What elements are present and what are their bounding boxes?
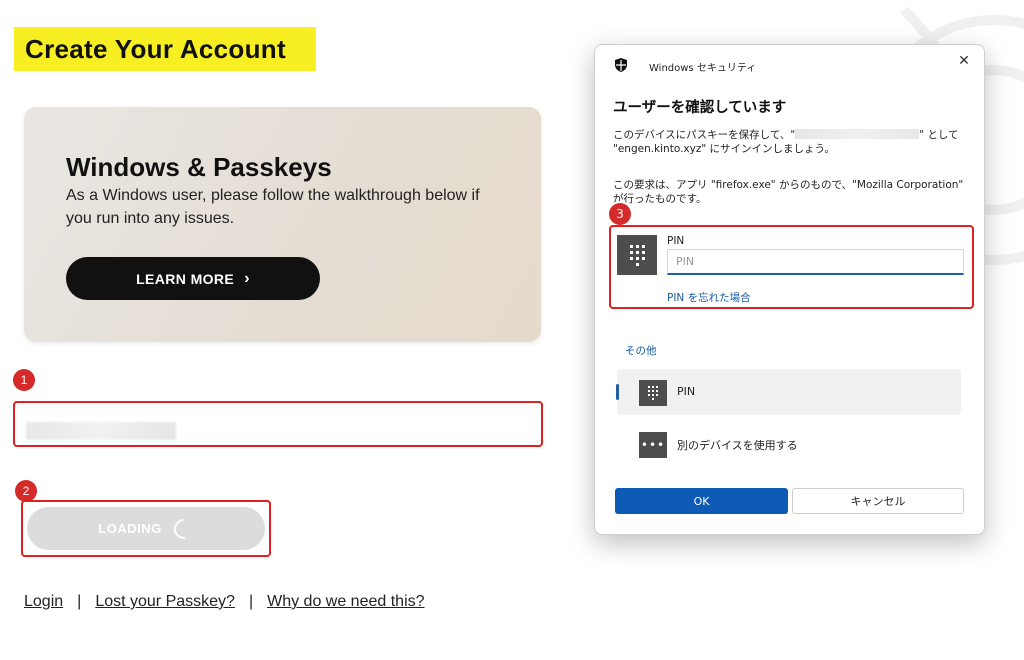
keypad-icon bbox=[617, 235, 657, 275]
text-fragment: "engen.kinto.xyz" にサインインしましょう。 bbox=[613, 143, 835, 155]
option-pin[interactable]: PIN bbox=[616, 369, 961, 415]
spinner-icon bbox=[169, 514, 198, 543]
page-title: Create Your Account bbox=[25, 34, 286, 64]
step-3-badge: 3 bbox=[609, 203, 631, 225]
step-1-badge: 1 bbox=[13, 369, 35, 391]
windows-security-dialog: Windows セキュリティ ✕ ユーザーを確認しています このデバイスにパスキ… bbox=[594, 44, 985, 535]
loading-label: LOADING bbox=[98, 521, 162, 536]
selected-indicator bbox=[616, 384, 619, 400]
step-2-badge: 2 bbox=[15, 480, 37, 502]
dialog-heading: ユーザーを確認しています bbox=[613, 100, 787, 116]
option-other-device[interactable]: ••• 別のデバイスを使用する bbox=[617, 421, 961, 467]
pin-input[interactable] bbox=[667, 249, 964, 275]
footer-separator: | bbox=[77, 593, 82, 610]
learn-more-button[interactable]: LEARN MORE › bbox=[66, 257, 320, 300]
page-title-highlight: Create Your Account bbox=[14, 27, 316, 71]
option-pin-label: PIN bbox=[677, 385, 696, 398]
dialog-app-title: Windows セキュリティ bbox=[649, 63, 757, 74]
more-icon: ••• bbox=[639, 432, 667, 458]
dialog-save-passkey-text: このデバイスにパスキーを保存して、" " として "engen.kinto.xyz… bbox=[613, 128, 973, 156]
dialog-request-source-text: この要求は、アプリ "firefox.exe" からのもので、"Mozilla … bbox=[613, 179, 964, 205]
login-link[interactable]: Login bbox=[24, 593, 63, 611]
windows-passkeys-card: Windows & Passkeys As a Windows user, pl… bbox=[24, 107, 541, 342]
lost-passkey-link[interactable]: Lost your Passkey? bbox=[95, 593, 235, 611]
text-fragment: " として bbox=[919, 129, 959, 141]
keypad-icon bbox=[639, 380, 667, 406]
footer-separator: | bbox=[248, 593, 254, 610]
card-description: As a Windows user, please follow the wal… bbox=[66, 187, 480, 227]
dialog-titlebar: Windows セキュリティ ✕ bbox=[595, 45, 984, 85]
other-options-label[interactable]: その他 bbox=[625, 343, 657, 358]
option-other-device-label: 別のデバイスを使用する bbox=[677, 439, 798, 452]
cancel-button[interactable]: キャンセル bbox=[792, 488, 964, 514]
learn-more-label: LEARN MORE bbox=[136, 270, 235, 287]
close-icon[interactable]: ✕ bbox=[956, 53, 972, 69]
why-need-link[interactable]: Why do we need this? bbox=[267, 593, 424, 611]
loading-button[interactable]: LOADING bbox=[27, 507, 265, 550]
card-title: Windows & Passkeys bbox=[66, 152, 332, 182]
forgot-pin-link[interactable]: PIN を忘れた場合 bbox=[667, 290, 751, 305]
username-input[interactable] bbox=[16, 404, 540, 444]
text-fragment: このデバイスにパスキーを保存して、" bbox=[613, 129, 796, 141]
footer-links: Login | Lost your Passkey? | Why do we n… bbox=[24, 593, 425, 611]
redacted-username bbox=[26, 422, 176, 440]
ok-button[interactable]: OK bbox=[615, 488, 788, 514]
pin-label: PIN bbox=[667, 235, 685, 247]
chevron-right-icon: › bbox=[244, 269, 250, 287]
shield-icon bbox=[615, 58, 627, 72]
redacted-username bbox=[795, 129, 920, 139]
